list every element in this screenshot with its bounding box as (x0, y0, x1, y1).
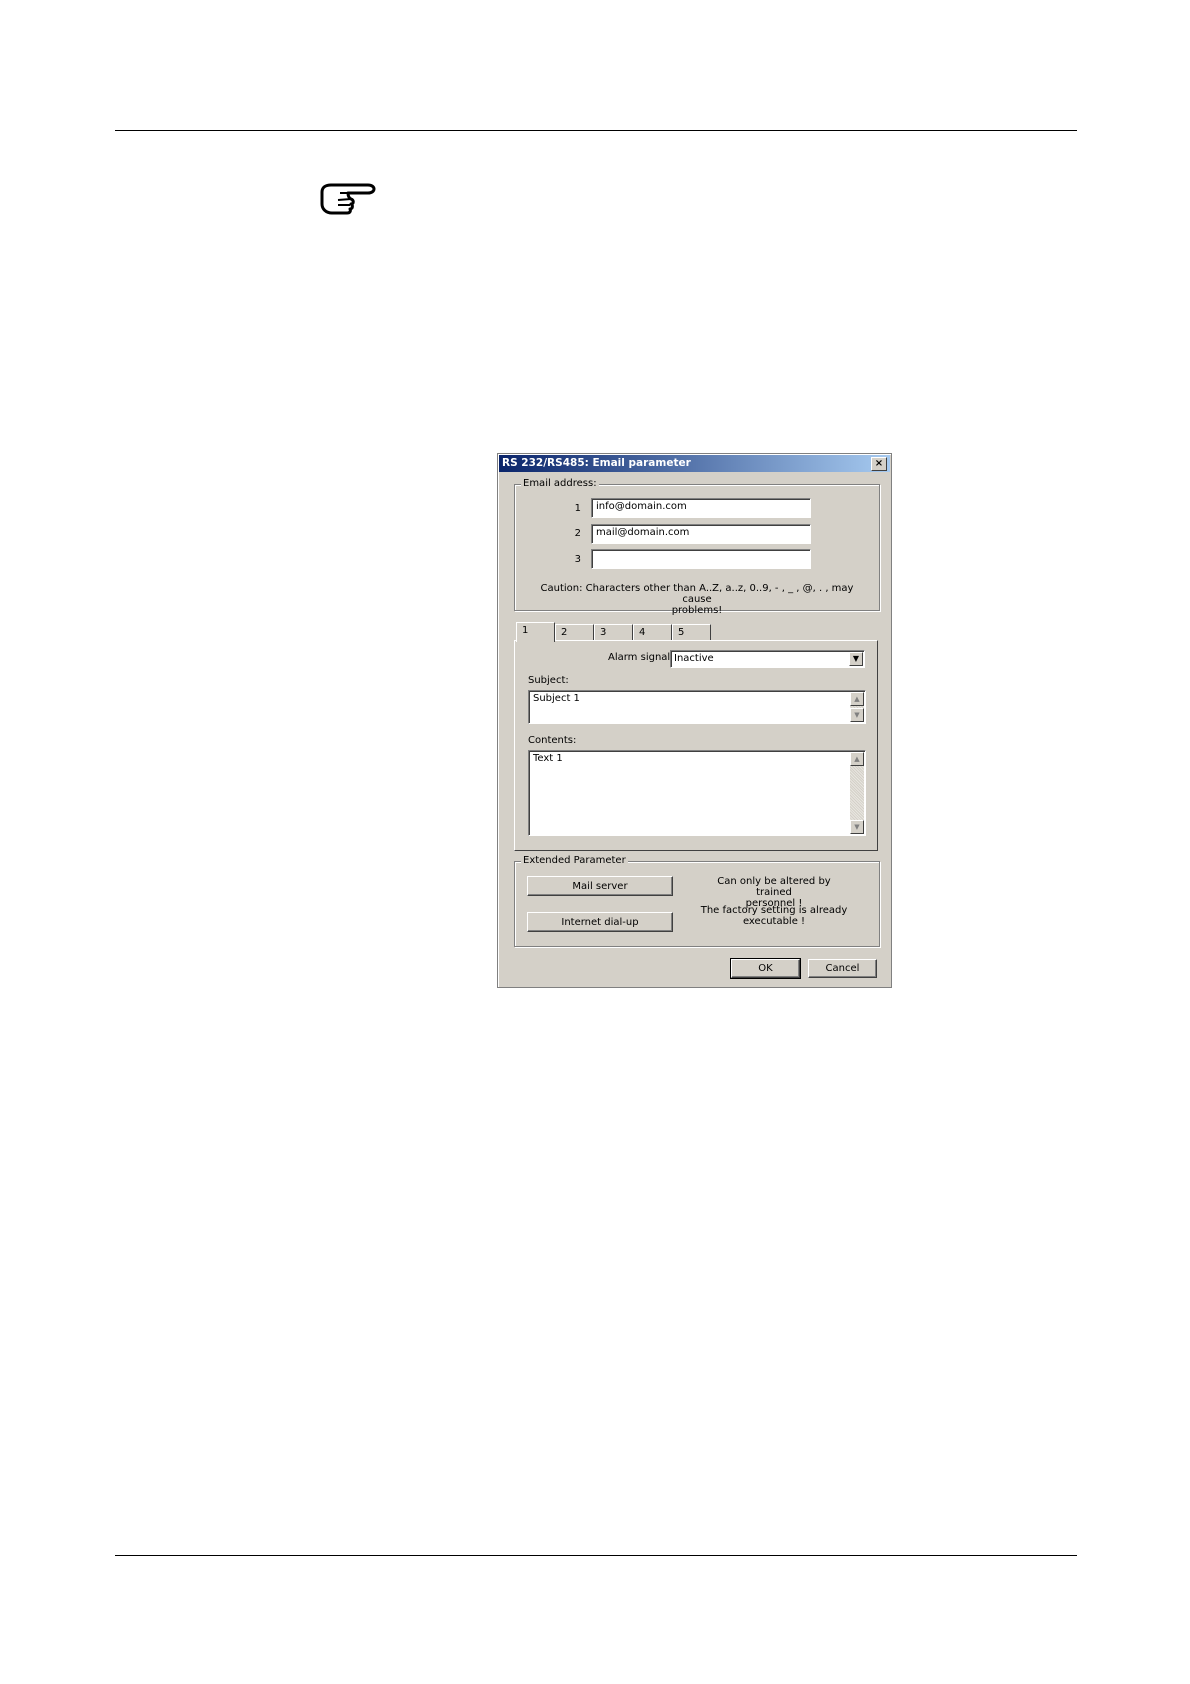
tab-3[interactable]: 3 (594, 624, 633, 641)
note-1-line-1: Can only be altered by trained (717, 876, 831, 898)
extended-parameter-legend: Extended Parameter (521, 855, 628, 866)
email-parameter-dialog: RS 232/RS485: Email parameter × Email ad… (497, 453, 892, 988)
contents-scrollbar[interactable]: ▲ ▼ (850, 752, 864, 834)
subject-textarea[interactable]: Subject 1 ▲ ▼ (528, 690, 866, 724)
alarm-signal-label: Alarm signal: (608, 652, 674, 663)
internet-dialup-button[interactable]: Internet dial-up (527, 912, 673, 932)
tab-2[interactable]: 2 (555, 624, 594, 641)
email-1-number: 1 (574, 503, 581, 514)
pointing-hand-icon (320, 183, 376, 215)
email-2-number: 2 (574, 528, 581, 539)
dialog-title: RS 232/RS485: Email parameter (502, 457, 691, 469)
note-2-line-1: The factory setting is already (700, 905, 848, 916)
dialog-titlebar[interactable]: RS 232/RS485: Email parameter × (499, 455, 890, 472)
factory-setting-note: The factory setting is already executabl… (699, 905, 849, 927)
caution-line-1: Caution: Characters other than A..Z, a..… (540, 583, 854, 605)
email-address-legend: Email address: (521, 478, 599, 489)
tab-panel: Alarm signal: Inactive ▼ Subject: Subjec… (514, 640, 878, 851)
header-rule (115, 130, 1077, 131)
contents-textarea[interactable]: Text 1 ▲ ▼ (528, 750, 866, 836)
mail-server-button[interactable]: Mail server (527, 876, 673, 896)
ok-button[interactable]: OK (730, 958, 801, 979)
cancel-button[interactable]: Cancel (808, 959, 877, 978)
email-3-number: 3 (574, 554, 581, 565)
contents-label: Contents: (528, 735, 577, 746)
note-2-line-2: executable ! (742, 916, 806, 927)
subject-label: Subject: (528, 675, 569, 686)
email-address-group: Email address: 1 info@domain.com 2 mail@… (514, 478, 880, 616)
contents-value: Text 1 (533, 753, 563, 764)
scroll-up-icon[interactable]: ▲ (850, 692, 864, 706)
email-2-field[interactable]: mail@domain.com (591, 524, 811, 544)
tab-5[interactable]: 5 (672, 624, 711, 641)
caution-line-2: problems! (671, 605, 723, 616)
subject-value: Subject 1 (533, 693, 580, 704)
close-icon[interactable]: × (871, 457, 887, 471)
scroll-down-icon[interactable]: ▼ (850, 708, 864, 722)
scroll-down-icon[interactable]: ▼ (850, 820, 864, 834)
extended-parameter-group: Extended Parameter Mail server Internet … (514, 855, 880, 947)
alarm-signal-value: Inactive (674, 653, 714, 664)
caution-text: Caution: Characters other than A..Z, a..… (525, 583, 869, 616)
chevron-down-icon[interactable]: ▼ (849, 652, 863, 666)
email-3-field[interactable] (591, 549, 811, 569)
footer-rule (115, 1555, 1077, 1556)
alarm-signal-select[interactable]: Inactive ▼ (670, 650, 865, 668)
tab-1[interactable]: 1 (516, 622, 555, 642)
scroll-up-icon[interactable]: ▲ (850, 752, 864, 766)
email-1-field[interactable]: info@domain.com (591, 498, 811, 518)
tab-4[interactable]: 4 (633, 624, 672, 641)
subject-scrollbar[interactable]: ▲ ▼ (850, 692, 864, 722)
